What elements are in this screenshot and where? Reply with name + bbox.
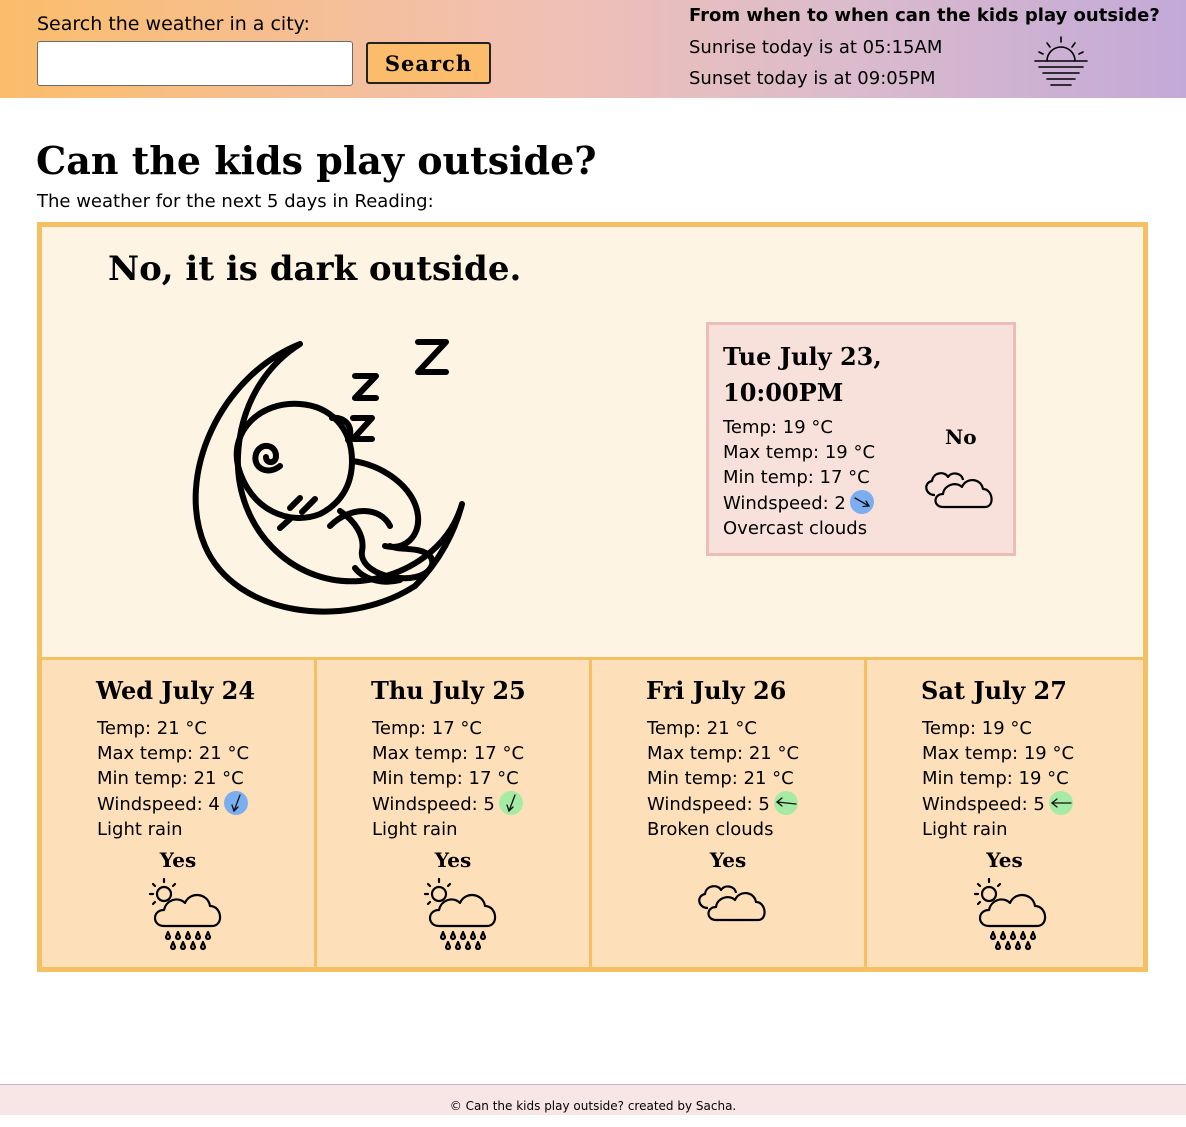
day-play-verdict: Yes	[434, 848, 472, 872]
forecast-subtitle: The weather for the next 5 days in Readi…	[37, 191, 434, 212]
day-max-temp: Max temp: 21 °C	[647, 743, 800, 764]
wind-direction-icon	[1048, 791, 1073, 815]
day-min-temp: Min temp: 17 °C	[372, 768, 519, 789]
day-max-temp: Max temp: 21 °C	[97, 743, 250, 764]
current-windspeed: Windspeed: 2	[723, 493, 846, 514]
day-description: Broken clouds	[647, 819, 774, 840]
current-details: Temp: 19 °C Max temp: 19 °C Min temp: 17…	[723, 415, 875, 541]
day-min-temp: Min temp: 19 °C	[922, 768, 1069, 789]
day-title: Wed July 24	[96, 676, 256, 705]
footer: © Can the kids play outside? created by …	[0, 1084, 1186, 1115]
forecast-day-card: Wed July 24 Temp: 21 °C Max temp: 21 °C …	[42, 660, 317, 967]
wind-direction-icon	[498, 791, 523, 815]
current-windspeed-row: Windspeed: 2	[723, 490, 875, 516]
play-verdict: No, it is dark outside.	[108, 249, 522, 289]
day-windspeed: Windspeed: 5	[647, 794, 770, 815]
day-details: Temp: 19 °C Max temp: 19 °C Min temp: 19…	[922, 716, 1074, 842]
forecast-row: Wed July 24 Temp: 21 °C Max temp: 21 °C …	[37, 657, 1148, 972]
day-title: Thu July 25	[371, 676, 526, 705]
wind-direction-icon	[223, 791, 248, 815]
day-title: Sat July 27	[921, 676, 1067, 705]
wind-direction-icon	[773, 791, 798, 815]
sun-times-title: From when to when can the kids play outs…	[689, 5, 1160, 26]
current-date: Tue July 23, 10:00PM	[723, 342, 882, 407]
day-windspeed: Windspeed: 4	[97, 794, 220, 815]
forecast-day-card: Fri July 26 Temp: 21 °C Max temp: 21 °C …	[592, 660, 867, 967]
day-description: Light rain	[97, 819, 183, 840]
day-windspeed-row: Windspeed: 5	[922, 791, 1074, 817]
rain-icon	[142, 876, 222, 956]
day-temp: Temp: 17 °C	[372, 718, 482, 739]
day-min-temp: Min temp: 21 °C	[647, 768, 794, 789]
search-button[interactable]: Search	[366, 42, 491, 84]
day-windspeed: Windspeed: 5	[372, 794, 495, 815]
day-details: Temp: 21 °C Max temp: 21 °C Min temp: 21…	[647, 716, 799, 842]
day-description: Light rain	[372, 819, 458, 840]
current-forecast-card: Tue July 23, 10:00PM Temp: 19 °C Max tem…	[706, 322, 1016, 556]
day-play-verdict: Yes	[709, 848, 747, 872]
search-input[interactable]	[37, 41, 353, 86]
day-temp: Temp: 21 °C	[97, 718, 207, 739]
sleeping-baby-moon-icon	[180, 336, 470, 630]
current-temp: Temp: 19 °C	[723, 417, 833, 438]
rain-icon	[967, 876, 1047, 956]
day-temp: Temp: 21 °C	[647, 718, 757, 739]
day-details: Temp: 21 °C Max temp: 21 °C Min temp: 21…	[97, 716, 249, 842]
header: Search the weather in a city: Search Fro…	[0, 0, 1186, 98]
day-windspeed-row: Windspeed: 4	[97, 791, 249, 817]
rain-icon	[417, 876, 497, 956]
day-min-temp: Min temp: 21 °C	[97, 768, 244, 789]
day-windspeed: Windspeed: 5	[922, 794, 1045, 815]
page-title: Can the kids play outside?	[36, 138, 597, 183]
current-max-temp: Max temp: 19 °C	[723, 442, 876, 463]
footer-credit: © Can the kids play outside? created by …	[449, 1099, 737, 1113]
forecast-day-card: Sat July 27 Temp: 19 °C Max temp: 19 °C …	[867, 660, 1142, 967]
day-play-verdict: Yes	[986, 848, 1023, 872]
sunset-time: Sunset today is at 09:05PM	[689, 68, 936, 89]
day-description: Light rain	[922, 819, 1008, 840]
day-max-temp: Max temp: 19 °C	[922, 743, 1075, 764]
clouds-icon	[919, 463, 999, 517]
day-details: Temp: 17 °C Max temp: 17 °C Min temp: 17…	[372, 716, 524, 842]
current-description: Overcast clouds	[723, 518, 868, 539]
sunrise-time: Sunrise today is at 05:15AM	[689, 37, 943, 58]
sunset-icon	[1033, 35, 1089, 93]
clouds-icon	[692, 876, 772, 930]
current-min-temp: Min temp: 17 °C	[723, 467, 870, 488]
day-max-temp: Max temp: 17 °C	[372, 743, 525, 764]
forecast-day-card: Thu July 25 Temp: 17 °C Max temp: 17 °C …	[317, 660, 592, 967]
day-title: Fri July 26	[646, 676, 787, 705]
day-temp: Temp: 19 °C	[922, 718, 1032, 739]
day-windspeed-row: Windspeed: 5	[647, 791, 799, 817]
current-play-verdict: No	[945, 425, 977, 449]
day-windspeed-row: Windspeed: 5	[372, 791, 524, 817]
day-play-verdict: Yes	[159, 848, 197, 872]
search-label: Search the weather in a city:	[37, 13, 310, 35]
wind-direction-icon	[849, 490, 874, 514]
